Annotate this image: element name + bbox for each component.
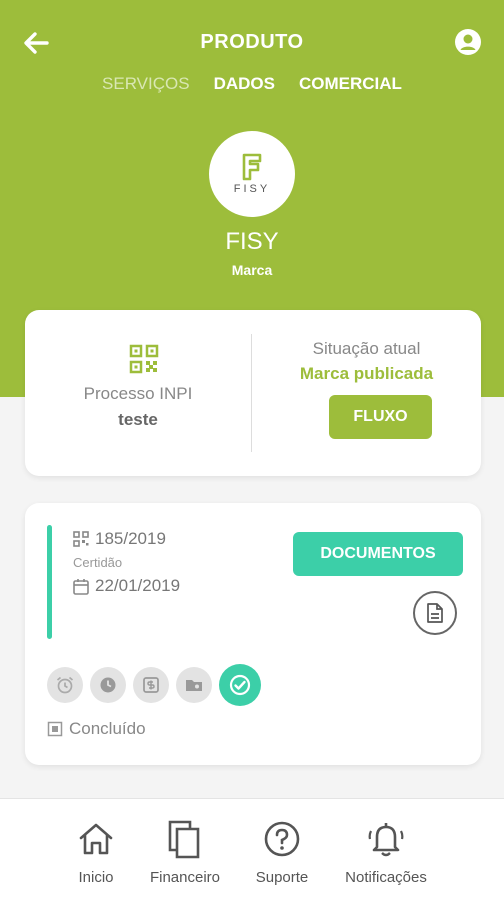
status-step-money[interactable] [133,667,169,703]
situation-value: Marca publicada [299,364,434,383]
documents-button[interactable]: DOCUMENTOS [293,532,463,576]
nav-label-financeiro: Financeiro [149,869,221,886]
fisy-logo-icon [242,153,262,181]
clock-icon [100,677,116,693]
account-button[interactable] [450,24,486,60]
brand-logo: FISY [209,131,295,217]
copy-icon [168,820,200,859]
nav-item-suporte[interactable]: Suporte [227,817,337,886]
check-circle-icon [229,674,251,696]
nav-item-financeiro[interactable]: Financeiro [130,817,240,886]
qr-code-small-icon [73,531,89,547]
top-bar: PRODUTO [0,22,504,62]
folder-icon [186,680,202,691]
tab-bar: SERVIÇOS DADOS COMERCIAL [0,74,504,94]
process-card: 185/2019 Certidão 22/01/2019 DOCUMENTOS [25,503,481,765]
process-number: 185/2019 [95,529,166,548]
tab-servicos[interactable]: SERVIÇOS [102,74,190,94]
flow-button[interactable]: FLUXO [329,395,432,439]
qr-code-icon [129,344,159,374]
status-text-row: Concluído [47,719,146,739]
process-date: 22/01/2019 [95,576,181,595]
inpi-card: Processo INPI teste Situação atual Marca… [25,310,481,476]
process-section: Processo INPI teste [25,310,251,476]
nav-label-suporte: Suporte [255,869,309,886]
status-steps [47,664,261,706]
status-step-folder[interactable] [176,667,212,703]
tab-comercial[interactable]: COMERCIAL [299,74,402,94]
tab-dados[interactable]: DADOS [214,74,275,94]
money-icon [143,677,159,693]
document-icon [427,603,443,623]
bell-icon [368,823,404,857]
situation-section: Situação atual Marca publicada FLUXO [252,310,481,476]
date-row: 22/01/2019 [73,576,180,596]
bottom-nav: Inicio Financeiro Suporte Notificações [0,798,504,900]
page-title: PRODUTO [200,31,304,53]
process-number-row: 185/2019 [73,529,166,549]
calendar-icon [73,578,89,595]
stamp-icon [47,721,63,737]
process-label: Processo INPI [83,384,193,403]
status-step-alarm[interactable] [47,667,83,703]
process-value: teste [118,410,158,429]
nav-item-notificacoes[interactable]: Notificações [331,817,441,886]
document-type-label: Certidão [73,555,123,570]
alarm-icon [56,676,74,694]
situation-label: Situação atual [312,339,421,358]
brand-type: Marca [231,262,273,278]
user-circle-icon [455,29,481,55]
status-step-clock[interactable] [90,667,126,703]
nav-label-notificacoes: Notificações [345,869,427,886]
home-icon [79,823,113,855]
status-step-completed[interactable] [219,664,261,706]
help-circle-icon [264,821,300,857]
status-text: Concluído [69,719,146,738]
document-view-button[interactable] [413,591,457,635]
accent-bar [47,525,52,639]
logo-text: FISY [233,183,271,195]
brand-name: FISY [225,228,279,255]
